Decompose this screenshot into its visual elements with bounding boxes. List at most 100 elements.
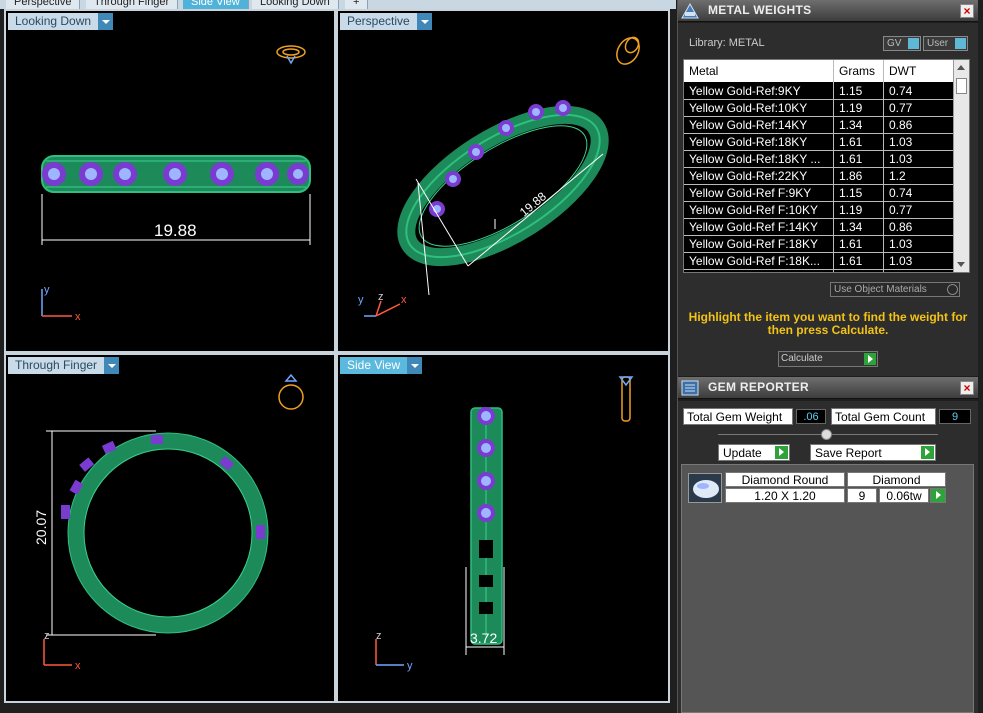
gem-reporter-header: GEM REPORTER ×	[678, 377, 978, 399]
column-divider	[833, 60, 834, 272]
gem-name: Diamond Round	[725, 472, 845, 487]
table-cell: 0.74	[889, 84, 913, 98]
tab-through-finger[interactable]: Through Finger	[86, 0, 179, 9]
close-icon[interactable]: ×	[960, 4, 974, 18]
chevron-down-icon[interactable]	[416, 13, 432, 30]
viewport-perspective[interactable]: 19.88 y z x Perspective	[338, 11, 668, 351]
table-cell: Yellow Gold-Ref:14KY	[689, 118, 808, 132]
update-label: Update	[723, 446, 762, 460]
table-cell: 1.34	[839, 118, 863, 132]
table-cell: 1.19	[839, 101, 863, 115]
scroll-down-icon[interactable]	[957, 262, 965, 267]
instruction-text: Highlight the item you want to find the …	[688, 310, 968, 337]
table-cell: 1.03	[889, 237, 913, 251]
column-divider	[883, 60, 884, 272]
through-finger-canvas: 20.07 z x	[33, 373, 304, 672]
save-report-button[interactable]: Save Report	[810, 444, 936, 461]
axis-triad: z y	[375, 630, 413, 672]
tab-perspective[interactable]: Perspective	[6, 0, 81, 9]
viewport-side-view[interactable]: 3.72 z y Side View	[338, 355, 668, 701]
viewport-title: Through Finger	[15, 358, 98, 372]
tab-looking-down[interactable]: Looking Down	[252, 0, 339, 9]
viewport-menu-perspective[interactable]: Perspective	[340, 13, 432, 30]
toggle-icon	[908, 38, 919, 49]
column-grams[interactable]: Grams	[839, 64, 875, 78]
gv-label: GV	[887, 38, 902, 49]
table-row[interactable]: Yellow Gold-Ref F:14KY 1.34 0.86	[684, 219, 954, 236]
save-report-label: Save Report	[815, 446, 882, 460]
toggle-icon	[947, 284, 958, 295]
gem-reporter-body: Total Gem Weight .06 Total Gem Count 9 U…	[678, 401, 978, 713]
panel-title: GEM REPORTER	[708, 380, 809, 394]
total-gem-weight-label: Total Gem Weight	[683, 408, 793, 425]
table-cell: 1.61	[839, 135, 863, 149]
chevron-down-icon[interactable]	[407, 357, 423, 374]
chevron-down-icon[interactable]	[98, 13, 114, 30]
table-row[interactable]: Yellow Gold-Ref:9KY 1.15 0.74	[684, 83, 954, 100]
viewport-menu-side-view[interactable]: Side View	[340, 357, 423, 374]
table-row[interactable]: Yellow Gold-Ref:10KY 1.19 0.77	[684, 100, 954, 117]
table-cell: Yellow Gold-Ref F:9KY	[689, 186, 812, 200]
axis-y-label: y	[407, 660, 413, 672]
orientation-thumbnail	[616, 36, 640, 65]
play-icon	[864, 353, 876, 365]
play-icon	[775, 446, 788, 459]
table-row[interactable]: Yellow Gold-Ref F:10KY 1.19 0.77	[684, 202, 954, 219]
table-cell: 0.77	[889, 203, 913, 217]
table-cell: Yellow Gold-Ref:22KY	[689, 169, 808, 183]
gem-reporter-icon	[681, 380, 699, 396]
viewport-through-finger[interactable]: 20.07 z x Through Finger	[6, 355, 334, 701]
metal-weights-body: Library: METAL GV User Metal Grams DWT Y…	[678, 23, 978, 376]
close-icon[interactable]: ×	[960, 381, 974, 395]
table-row[interactable]: Yellow Gold-Ref:22KY 1.86 1.2	[684, 168, 954, 185]
gv-toggle[interactable]: GV	[883, 36, 921, 51]
perspective-canvas: 19.88 y z x	[358, 36, 640, 317]
table-cell: Yellow Gold-Ref:9KY	[689, 84, 801, 98]
side-view-canvas: 3.72 z y	[375, 376, 634, 672]
update-button[interactable]: Update	[718, 444, 790, 461]
chevron-down-icon[interactable]	[104, 357, 120, 374]
table-scrollbar[interactable]	[953, 60, 969, 272]
table-cell: 1.03	[889, 152, 913, 166]
column-dwt[interactable]: DWT	[889, 64, 916, 78]
table-row[interactable]: Yellow Gold-Ref F:18K... 1.61 1.03	[684, 253, 954, 270]
table-row[interactable]: Yellow Gold-Ref:18KY 1.61 1.03	[684, 134, 954, 151]
play-icon	[921, 446, 934, 459]
table-row[interactable]: Yellow Gold-Ref F:18KY 1.61 1.03	[684, 236, 954, 253]
viewport-menu-looking-down[interactable]: Looking Down	[8, 13, 114, 30]
viewport-looking-down[interactable]: 19.88 y x Looking Down	[6, 11, 334, 351]
column-metal[interactable]: Metal	[689, 64, 718, 78]
table-cell: 0.74	[889, 186, 913, 200]
table-cell: 0.77	[889, 101, 913, 115]
gem-details-button[interactable]	[930, 488, 946, 503]
orientation-thumbnail	[618, 376, 634, 422]
add-tab-button[interactable]: +	[345, 0, 369, 9]
table-cell: 1.03	[889, 254, 913, 268]
scroll-thumb[interactable]	[956, 78, 967, 94]
metal-table: Metal Grams DWT Yellow Gold-Ref:9KY 1.15 0…	[683, 59, 970, 273]
viewport-menu-through-finger[interactable]: Through Finger	[8, 357, 120, 374]
ring-front-view	[67, 432, 269, 634]
tab-side-view[interactable]: Side View	[183, 0, 249, 9]
table-row[interactable]: Yellow Gold-Ref F:9KY 1.15 0.74	[684, 185, 954, 202]
table-row[interactable]: Yellow Gold-Ref:18KY ... 1.61 1.03	[684, 151, 954, 168]
collapse-knob[interactable]	[821, 429, 832, 440]
user-toggle[interactable]: User	[923, 36, 968, 51]
gem-count: 9	[847, 488, 877, 503]
use-object-materials-toggle[interactable]: Use Object Materials	[830, 282, 960, 297]
table-cell: 1.03	[889, 135, 913, 149]
table-cell: Yellow Gold-Ref F:10KY	[689, 203, 818, 217]
table-cell: 0.86	[889, 220, 913, 234]
table-row[interactable]: Yellow Gold-Ref:14KY 1.34 0.86	[684, 117, 954, 134]
calculate-button[interactable]: Calculate	[778, 351, 878, 367]
use-object-materials-label: Use Object Materials	[834, 284, 927, 295]
panel-title: METAL WEIGHTS	[708, 3, 812, 17]
table-cell: 1.15	[839, 84, 863, 98]
total-gem-count-label: Total Gem Count	[831, 408, 936, 425]
scroll-up-icon[interactable]	[957, 65, 965, 70]
toggle-icon	[955, 38, 966, 49]
app-window: Perspective Through Finger Side View Loo…	[0, 0, 983, 713]
table-cell: 1.61	[839, 254, 863, 268]
library-label: Library: METAL	[689, 37, 765, 49]
right-panel: METAL WEIGHTS × Library: METAL GV User M…	[677, 0, 978, 713]
